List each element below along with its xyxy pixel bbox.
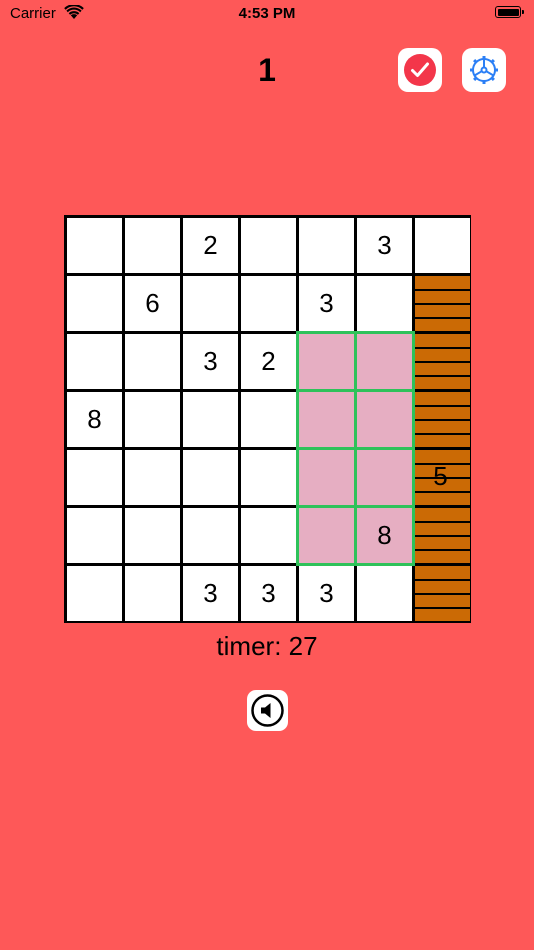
highlight-border [296, 331, 415, 334]
grid-cell[interactable] [357, 450, 412, 505]
grid-cell[interactable] [415, 218, 470, 273]
wood-block-cell [415, 392, 470, 447]
highlight-border [296, 563, 415, 566]
grid-cell[interactable] [125, 450, 180, 505]
grid-cell[interactable]: 3 [299, 566, 354, 621]
wood-block-clue: 5 [433, 461, 448, 491]
gear-icon [470, 56, 498, 84]
grid-cell[interactable] [183, 450, 238, 505]
grid-cell[interactable] [125, 218, 180, 273]
grid-cell[interactable] [241, 218, 296, 273]
grid-cell[interactable] [357, 392, 412, 447]
grid-cell[interactable] [183, 508, 238, 563]
grid-cell[interactable]: 3 [183, 334, 238, 389]
grid-cell[interactable] [299, 334, 354, 389]
grid-cell[interactable]: 3 [241, 566, 296, 621]
wood-block-cell [415, 276, 470, 331]
grid-cell[interactable] [241, 450, 296, 505]
grid-cell[interactable]: 8 [67, 392, 122, 447]
check-circle-icon [404, 54, 436, 86]
sound-button[interactable] [247, 690, 288, 731]
grid-cell[interactable] [299, 450, 354, 505]
grid-cell[interactable] [125, 392, 180, 447]
speaker-icon [251, 694, 284, 727]
highlight-border [296, 447, 415, 450]
wood-block-cell [415, 508, 470, 563]
grid-cell[interactable]: 6 [125, 276, 180, 331]
grid-cell[interactable] [183, 392, 238, 447]
wood-block-cell [415, 566, 470, 621]
grid-cell[interactable]: 2 [241, 334, 296, 389]
grid-cell[interactable] [67, 508, 122, 563]
puzzle-grid: 23633288333 [64, 215, 471, 623]
grid-cell[interactable]: 3 [183, 566, 238, 621]
grid-cell[interactable] [67, 450, 122, 505]
grid-cell[interactable] [299, 218, 354, 273]
status-bar: Carrier 4:53 PM [0, 0, 534, 28]
grid-cell[interactable] [125, 334, 180, 389]
level-number: 1 [258, 52, 276, 88]
timer-label: timer: 27 [216, 631, 318, 661]
clock: 4:53 PM [238, 5, 296, 22]
highlight-border [296, 505, 415, 508]
grid-cell[interactable] [67, 334, 122, 389]
settings-button[interactable] [462, 48, 506, 92]
grid-cell[interactable]: 3 [357, 218, 412, 273]
grid-cell[interactable] [67, 276, 122, 331]
grid-cell[interactable] [299, 392, 354, 447]
battery-icon [495, 6, 524, 18]
grid-cell[interactable]: 2 [183, 218, 238, 273]
grid-cell[interactable] [125, 508, 180, 563]
grid-cell[interactable] [241, 392, 296, 447]
grid-cell[interactable] [357, 334, 412, 389]
grid-cell[interactable] [241, 276, 296, 331]
grid-cell[interactable] [183, 276, 238, 331]
grid-cell[interactable] [67, 566, 122, 621]
grid-cell[interactable]: 8 [357, 508, 412, 563]
wood-block-cell [415, 334, 470, 389]
grid-cell[interactable] [299, 508, 354, 563]
highlight-border [296, 389, 415, 392]
grid-cell[interactable] [67, 218, 122, 273]
grid-cell[interactable] [241, 508, 296, 563]
grid-cell[interactable] [357, 276, 412, 331]
check-button[interactable] [398, 48, 442, 92]
grid-cell[interactable] [357, 566, 412, 621]
grid-cell[interactable]: 3 [299, 276, 354, 331]
grid-cell[interactable] [125, 566, 180, 621]
